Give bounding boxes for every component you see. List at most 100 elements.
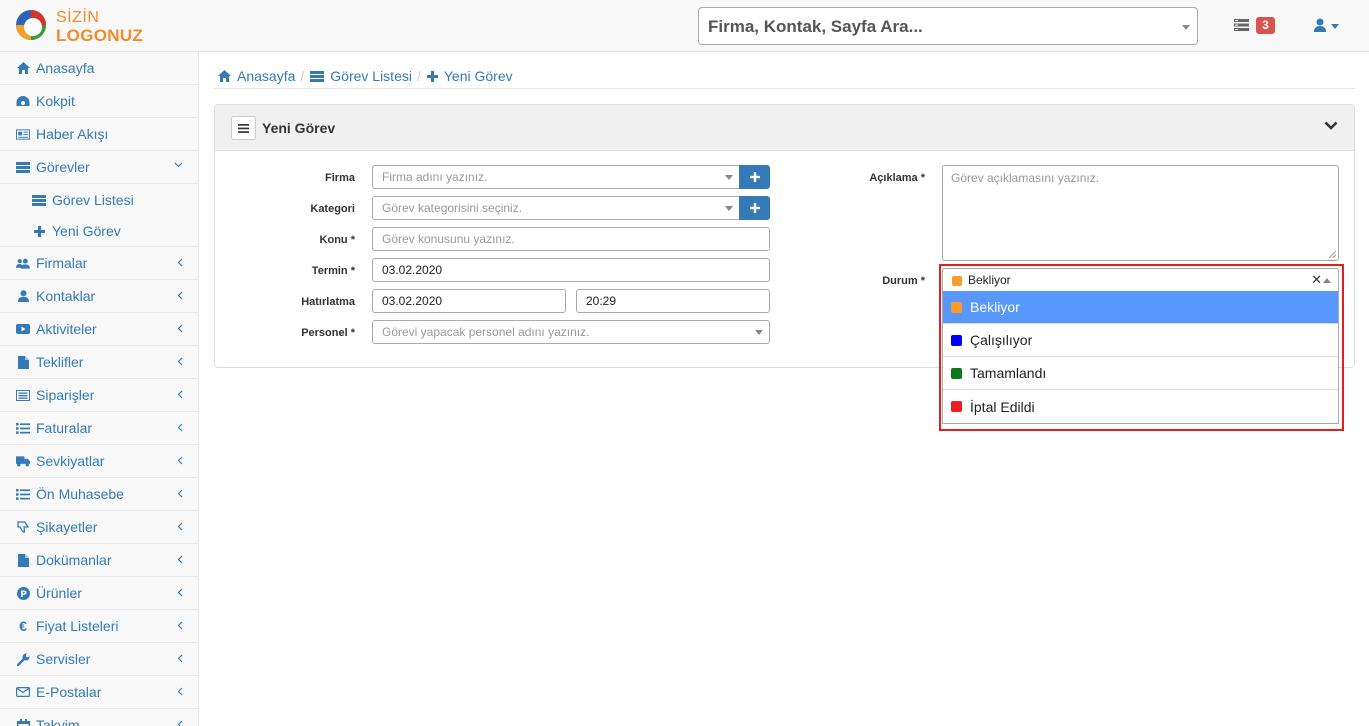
task-count-badge[interactable]: 3 [1256, 17, 1275, 34]
sidebar-subitem-yeni-gorev[interactable]: Yeni Görev [0, 216, 198, 247]
global-search-select[interactable]: Firma, Kontak, Sayfa Ara... [698, 7, 1198, 45]
tasks-icon [310, 70, 325, 82]
sidebar-item-label: Firmalar [36, 255, 88, 271]
breadcrumb-link-gorev-listesi[interactable]: Görev Listesi [330, 68, 412, 84]
sidebar-item-siparisler[interactable]: Siparişler [0, 379, 198, 412]
chevron-left-icon [177, 324, 183, 333]
chevron-left-icon [177, 555, 183, 564]
durum-select[interactable]: Bekliyor ✕ [942, 268, 1339, 292]
user-icon[interactable] [1314, 18, 1326, 32]
logo-text-top: SİZİN [56, 9, 100, 26]
plus-icon [749, 172, 760, 182]
firma-select[interactable]: Firma adını yazınız. [372, 165, 740, 189]
status-color-swatch [951, 367, 962, 379]
firma-label: Firma [325, 172, 355, 184]
termin-date-input[interactable]: 03.02.2020 [372, 258, 770, 282]
sidebar-item-servisler[interactable]: Servisler [0, 643, 198, 676]
video-icon [16, 322, 30, 336]
sidebar-item-kokpit[interactable]: Kokpit [0, 85, 198, 118]
add-kategori-button[interactable] [739, 196, 770, 220]
sidebar-item-label: Haber Akışı [36, 126, 109, 142]
add-firma-button[interactable] [739, 165, 770, 189]
chevron-left-icon [177, 258, 183, 267]
sidebar-item-urunler[interactable]: P Ürünler [0, 577, 198, 610]
sidebar-item-label: Fiyat Listeleri [36, 618, 119, 634]
chevron-down-icon [725, 206, 733, 211]
sidebar-item-sevkiyatlar[interactable]: Sevkiyatlar [0, 445, 198, 478]
sidebar-item-kontaklar[interactable]: Kontaklar [0, 280, 198, 313]
sidebar-item-gorevler[interactable]: Görevler [0, 151, 198, 184]
sidebar-item-label: Şikayetler [36, 519, 98, 535]
sidebar-item-label: Siparişler [36, 387, 95, 403]
home-icon [16, 61, 30, 75]
sidebar-subitem-label: Yeni Görev [52, 223, 121, 239]
status-color-swatch [951, 334, 962, 346]
personel-select[interactable]: Görevi yapacak personel adını yazınız. [372, 320, 770, 344]
breadcrumb-separator: / [416, 68, 421, 84]
chevron-left-icon [177, 390, 183, 399]
breadcrumb-link-anasayfa[interactable]: Anasayfa [237, 68, 295, 84]
aciklama-textarea[interactable]: Görev açıklamasını yazınız. [942, 165, 1339, 261]
envelope-icon [16, 685, 30, 699]
chevron-left-icon [177, 720, 183, 726]
sidebar-item-label: Servisler [36, 651, 91, 667]
sidebar-item-fiyat-listeleri[interactable]: € Fiyat Listeleri [0, 610, 198, 643]
chevron-down-icon [755, 330, 763, 335]
sidebar-item-label: Dokümanlar [36, 552, 112, 568]
user-menu-caret-icon[interactable] [1331, 24, 1339, 29]
tasks-icon[interactable] [1234, 19, 1249, 31]
sidebar-item-sikayetler[interactable]: Şikayetler [0, 511, 198, 544]
chevron-up-icon [1323, 278, 1331, 283]
sidebar-item-label: Aktiviteler [36, 321, 97, 337]
sidebar-item-label: Kontaklar [36, 288, 96, 304]
sidebar-item-dokumanlar[interactable]: Dokümanlar [0, 544, 198, 577]
svg-text:P: P [20, 590, 27, 600]
breadcrumb-current[interactable]: Yeni Görev [444, 68, 513, 84]
konu-input[interactable]: Görev konusunu yazınız. [372, 227, 770, 251]
sidebar: Anasayfa Kokpit Haber Akışı Görevler Gör… [0, 52, 199, 726]
sidebar-item-faturalar[interactable]: Faturalar [0, 412, 198, 445]
sidebar-item-anasayfa[interactable]: Anasayfa [0, 52, 198, 85]
firma-placeholder: Firma adını yazınız. [382, 170, 488, 184]
chevron-left-icon [177, 621, 183, 630]
panel-menu-button[interactable] [231, 116, 256, 140]
termin-label: Termin * [311, 265, 355, 277]
durum-option-iptal-edildi[interactable]: İptal Edildi [943, 390, 1338, 423]
chevron-left-icon [177, 357, 183, 366]
sidebar-item-e-postalar[interactable]: E-Postalar [0, 676, 198, 709]
plus-icon [426, 70, 438, 82]
chevron-left-icon [177, 291, 183, 300]
durum-option-calisiliyor[interactable]: Çalışılıyor [943, 324, 1338, 357]
list-ul-icon [16, 487, 30, 501]
breadcrumb-separator: / [300, 68, 305, 84]
tasks-icon [32, 193, 46, 207]
logo[interactable]: SİZİN LOGONUZ [14, 6, 154, 46]
durum-option-bekliyor[interactable]: Bekliyor [943, 291, 1338, 324]
chevron-down-icon [1182, 25, 1190, 30]
sidebar-subitem-gorev-listesi[interactable]: Görev Listesi [0, 184, 198, 216]
chevron-down-icon[interactable] [1324, 121, 1338, 131]
sidebar-item-aktiviteler[interactable]: Aktiviteler [0, 313, 198, 346]
hatirlatma-date-input[interactable]: 03.02.2020 [372, 289, 566, 313]
chevron-left-icon [177, 489, 183, 498]
sidebar-item-takvim[interactable]: Takvim [0, 709, 198, 726]
durum-option-tamamlandi[interactable]: Tamamlandı [943, 357, 1338, 390]
resize-handle-icon[interactable] [1329, 251, 1336, 258]
tasks-icon [16, 160, 30, 174]
sidebar-item-label: Sevkiyatlar [36, 453, 105, 469]
durum-dropdown: Bekliyor Çalışılıyor Tamamlandı İptal Ed… [942, 291, 1339, 424]
sidebar-item-firmalar[interactable]: Firmalar [0, 247, 198, 280]
option-label: Çalışılıyor [970, 332, 1033, 348]
thumbs-down-icon [16, 520, 30, 534]
list-icon [16, 421, 30, 435]
sidebar-item-on-muhasebe[interactable]: Ön Muhasebe [0, 478, 198, 511]
status-color-swatch [951, 401, 962, 412]
clear-icon[interactable]: ✕ [1311, 272, 1322, 288]
hatirlatma-date-value: 03.02.2020 [382, 294, 443, 308]
konu-label: Konu * [319, 234, 355, 246]
hatirlatma-time-input[interactable]: 20:29 [576, 289, 770, 313]
sidebar-item-haber-akisi[interactable]: Haber Akışı [0, 118, 198, 151]
kategori-select[interactable]: Görev kategorisini seçiniz. [372, 196, 740, 220]
sidebar-item-teklifler[interactable]: Teklifler [0, 346, 198, 379]
plus-icon [32, 224, 46, 238]
